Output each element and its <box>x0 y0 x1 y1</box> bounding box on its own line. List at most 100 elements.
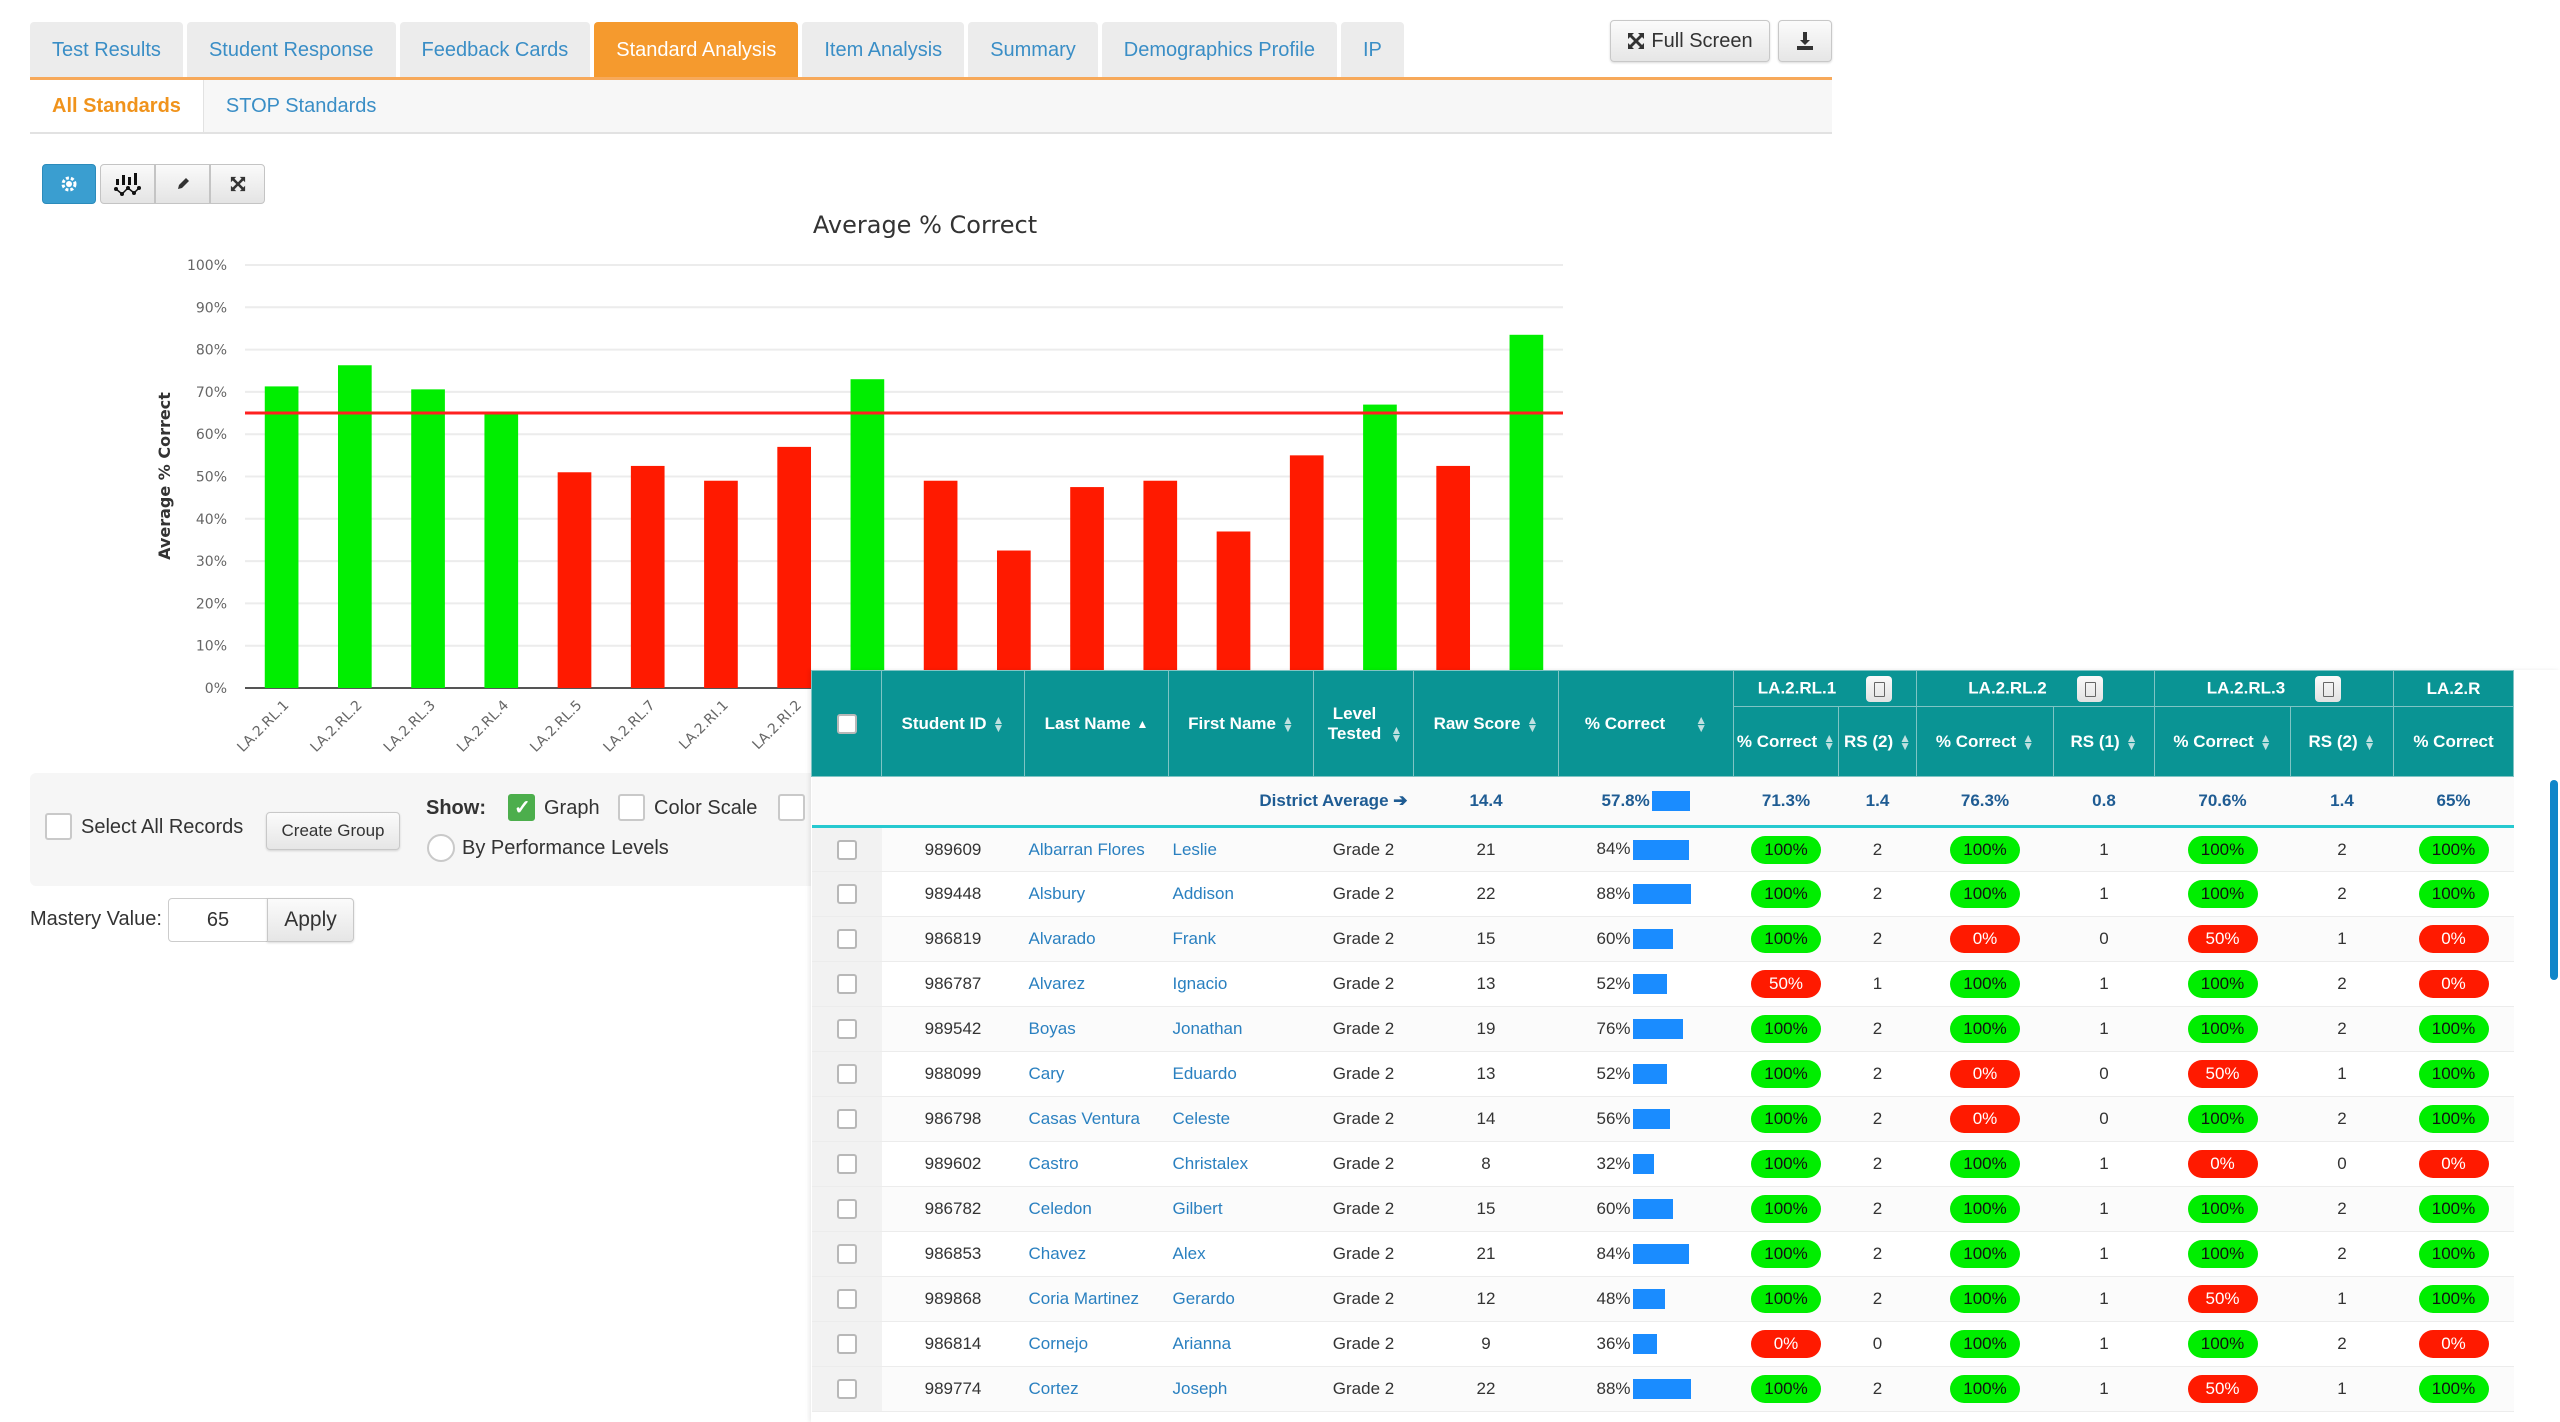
row-checkbox[interactable] <box>836 1334 857 1355</box>
bar[interactable] <box>484 413 519 688</box>
bar[interactable] <box>1143 480 1178 688</box>
download-button[interactable] <box>1778 20 1832 62</box>
bar[interactable] <box>923 480 958 688</box>
performance-levels-label: By Performance Levels <box>462 837 669 859</box>
row-checkbox[interactable] <box>836 1289 857 1310</box>
bar[interactable] <box>411 389 445 688</box>
row-checkbox[interactable] <box>836 929 857 950</box>
bar[interactable] <box>777 446 812 688</box>
standard-doc-icon[interactable] <box>1866 675 1893 702</box>
row-checkbox[interactable] <box>836 1064 857 1085</box>
student-id-header[interactable]: Student ID ▲ ▼ <box>881 670 1025 777</box>
graph-checkbox[interactable] <box>508 794 535 821</box>
district-std-value: 1.4 <box>1838 776 1917 828</box>
row-checkbox[interactable] <box>836 1199 857 1220</box>
tab-standard-analysis[interactable]: Standard Analysis <box>594 22 799 78</box>
bar[interactable] <box>1216 531 1251 688</box>
first-name-header[interactable]: First Name ▲ ▼ <box>1168 670 1314 777</box>
std4-pct-header[interactable]: % Correct <box>2393 706 2514 777</box>
color-scale-checkbox[interactable] <box>618 794 645 821</box>
tab-ip[interactable]: IP <box>1340 22 1404 78</box>
tab-demographics-profile[interactable]: Demographics Profile <box>1101 22 1337 78</box>
tab-student-response[interactable]: Student Response <box>186 22 396 78</box>
row-checkbox[interactable] <box>836 1244 857 1265</box>
mastery-value-input[interactable] <box>168 898 268 942</box>
last-name-link[interactable]: Celedon <box>1024 1186 1169 1232</box>
std3-rs-header[interactable]: RS (2) ▲ ▼ <box>2290 706 2394 777</box>
raw-score: 21 <box>1413 1231 1559 1277</box>
last-name-link[interactable]: Cary <box>1024 1051 1169 1097</box>
district-average-label[interactable]: District Average ➔ <box>881 776 1414 828</box>
create-group-button[interactable]: Create Group <box>266 812 400 850</box>
bar[interactable] <box>1509 334 1544 688</box>
first-name-link[interactable]: Alex <box>1168 1231 1314 1277</box>
tab-summary[interactable]: Summary <box>968 22 1098 78</box>
first-name-link[interactable]: Christalex <box>1168 1141 1314 1187</box>
last-name-link[interactable]: Castro <box>1024 1141 1169 1187</box>
extra-option-checkbox[interactable] <box>778 794 805 821</box>
first-name-link[interactable]: Arianna <box>1168 1321 1314 1367</box>
first-name-link[interactable]: Gerardo <box>1168 1276 1314 1322</box>
table-vertical-scrollbar[interactable] <box>2550 780 2558 980</box>
first-name-link[interactable]: Joseph <box>1168 1366 1314 1412</box>
tab-test-results[interactable]: Test Results <box>30 22 183 78</box>
first-name-link[interactable]: Addison <box>1168 871 1314 917</box>
row-checkbox[interactable] <box>836 1154 857 1175</box>
apply-button[interactable]: Apply <box>267 898 354 942</box>
last-name-link[interactable]: Cortez <box>1024 1366 1169 1412</box>
mastery-pass-badge: 100% <box>1751 1240 1821 1268</box>
first-name-link[interactable]: Gilbert <box>1168 1186 1314 1232</box>
select-all-checkbox[interactable] <box>45 813 72 840</box>
row-checkbox[interactable] <box>836 1109 857 1130</box>
last-name-link[interactable]: Albarran Flores <box>1024 826 1169 872</box>
std2-pct-header[interactable]: % Correct ▲ ▼ <box>1916 706 2054 777</box>
row-checkbox[interactable] <box>836 1019 857 1040</box>
performance-levels-radio[interactable] <box>427 834 455 862</box>
bar[interactable] <box>630 465 665 688</box>
standard-doc-icon[interactable] <box>2315 675 2342 702</box>
bar[interactable] <box>704 480 738 688</box>
full-screen-button[interactable]: Full Screen <box>1610 20 1770 62</box>
first-name-link[interactable]: Frank <box>1168 916 1314 962</box>
last-name-link[interactable]: Alvarez <box>1024 961 1169 1007</box>
row-checkbox[interactable] <box>836 839 857 860</box>
last-name-link[interactable]: Casas Ventura <box>1024 1096 1169 1142</box>
first-name-link[interactable]: Ignacio <box>1168 961 1314 1007</box>
standard-doc-icon[interactable] <box>2076 675 2103 702</box>
last-name-link[interactable]: Cornejo <box>1024 1321 1169 1367</box>
last-name-link[interactable]: Alsbury <box>1024 871 1169 917</box>
first-name-link[interactable]: Eduardo <box>1168 1051 1314 1097</box>
row-checkbox[interactable] <box>836 1379 857 1400</box>
std1-rs-header[interactable]: RS (2) ▲ ▼ <box>1838 706 1917 777</box>
last-name-link[interactable]: Chavez <box>1024 1231 1169 1277</box>
bar[interactable] <box>996 550 1031 688</box>
first-name-link[interactable]: Leslie <box>1168 826 1314 872</box>
raw-score-header[interactable]: Raw Score ▲ ▼ <box>1413 670 1559 777</box>
std2-rs-header[interactable]: RS (1) ▲ ▼ <box>2053 706 2155 777</box>
last-name-link[interactable]: Alvarado <box>1024 916 1169 962</box>
std1-pct-header[interactable]: % Correct ▲ ▼ <box>1733 706 1839 777</box>
bar[interactable] <box>850 379 885 688</box>
pct-correct-header[interactable]: % Correct ▲ ▼ <box>1558 670 1734 777</box>
bar[interactable] <box>1289 455 1324 688</box>
subtab-stop-standards[interactable]: STOP Standards <box>204 80 398 132</box>
bar[interactable] <box>1436 465 1471 688</box>
subtab-all-standards[interactable]: All Standards <box>30 80 204 132</box>
first-name-link[interactable]: Jonathan <box>1168 1006 1314 1052</box>
row-checkbox[interactable] <box>836 974 857 995</box>
bar[interactable] <box>264 386 299 688</box>
bar[interactable] <box>1363 404 1397 688</box>
bar[interactable] <box>1070 487 1104 688</box>
y-tick-label: 50% <box>196 470 227 486</box>
select-all-rows-checkbox[interactable] <box>836 713 857 734</box>
tab-item-analysis[interactable]: Item Analysis <box>802 22 965 78</box>
std3-pct-header[interactable]: % Correct ▲ ▼ <box>2154 706 2291 777</box>
last-name-link[interactable]: Boyas <box>1024 1006 1169 1052</box>
row-checkbox[interactable] <box>836 884 857 905</box>
level-tested-header[interactable]: Level Tested ▲ ▼ <box>1313 670 1414 777</box>
first-name-link[interactable]: Celeste <box>1168 1096 1314 1142</box>
tab-feedback-cards[interactable]: Feedback Cards <box>399 22 591 78</box>
last-name-header[interactable]: Last Name ▲ <box>1024 670 1169 777</box>
last-name-link[interactable]: Coria Martinez <box>1024 1276 1169 1322</box>
bar[interactable] <box>557 472 592 688</box>
